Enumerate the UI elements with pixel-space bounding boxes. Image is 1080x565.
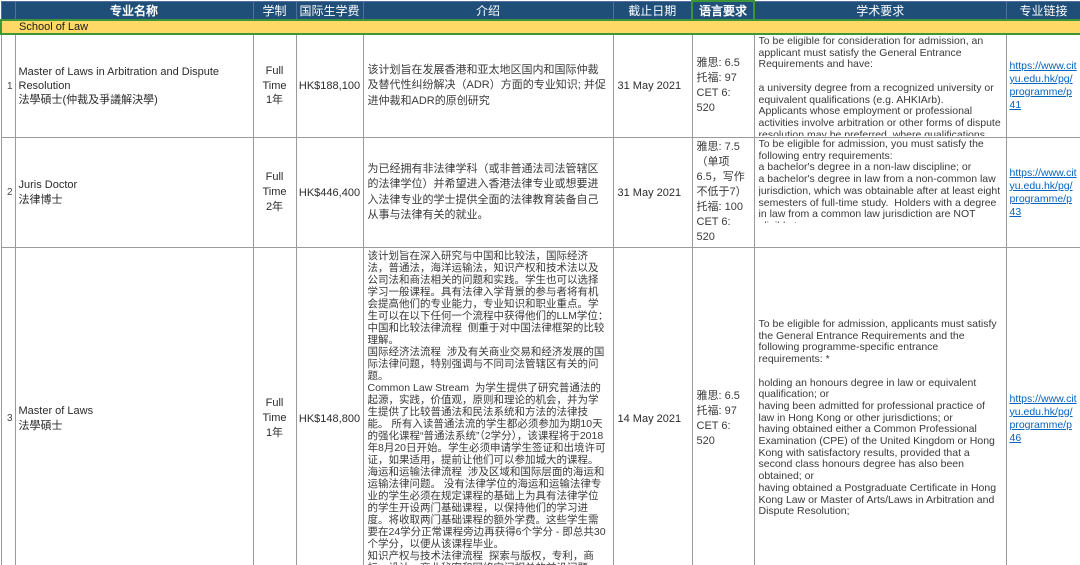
study-mode: Full Time bbox=[254, 396, 296, 426]
academic-req-text: To be eligible for consideration for adm… bbox=[759, 36, 1002, 136]
header-program-link[interactable]: 专业链接 bbox=[1006, 1, 1080, 20]
cell-deadline[interactable]: 31 May 2021 bbox=[613, 34, 692, 138]
language-req-text: 雅思: 7.5（单项6.5，写作不低于7） 托福: 100 CET 6: 520 bbox=[697, 140, 750, 245]
language-req-text: 雅思: 6.5 托福: 97 CET 6: 520 bbox=[697, 56, 750, 116]
cell-language-req[interactable]: 雅思: 6.5 托福: 97 CET 6: 520 bbox=[692, 34, 754, 138]
program-name-zh: 法學碩士(仲裁及爭議解決學) bbox=[19, 93, 250, 107]
programs-table: 专业名称 学制 国际生学费 介绍 截止日期 语言要求 学术要求 专业链接 Sch… bbox=[0, 0, 1080, 565]
header-tuition[interactable]: 国际生学费 bbox=[296, 1, 363, 20]
intro-text: 为已经拥有非法律学科（或非普通法司法管辖区的法律学位）并希望进入香港法律专业或想… bbox=[368, 162, 609, 223]
cell-deadline[interactable]: 14 May 2021 bbox=[613, 248, 692, 565]
study-years: 2年 bbox=[254, 200, 296, 215]
header-program-name[interactable]: 专业名称 bbox=[15, 1, 253, 20]
table-row: 2 Juris Doctor 法律博士 Full Time 2年 HK$446,… bbox=[1, 138, 1080, 248]
cell-deadline[interactable]: 31 May 2021 bbox=[613, 138, 692, 248]
program-link[interactable]: https://www.cityu.edu.hk/pg/programme/p4… bbox=[1010, 60, 1077, 111]
cell-intro[interactable]: 该计划旨在深入研究与中国和比较法，国际经济法，普通法，海洋运输法，知识产权和技术… bbox=[363, 248, 613, 565]
cell-program-name[interactable]: Master of Laws in Arbitration and Disput… bbox=[15, 34, 253, 138]
program-name-en: Master of Laws bbox=[19, 404, 250, 418]
academic-req-text: To be eligible for admission, you must s… bbox=[759, 139, 1002, 223]
cell-tuition[interactable]: HK$446,400 bbox=[296, 138, 363, 248]
program-name-en: Juris Doctor bbox=[19, 178, 250, 192]
cell-academic-req[interactable]: To be eligible for admission, you must s… bbox=[754, 138, 1006, 248]
row-number[interactable]: 3 bbox=[1, 248, 15, 565]
header-rownum[interactable] bbox=[1, 1, 15, 20]
cell-intro[interactable]: 为已经拥有非法律学科（或非普通法司法管辖区的法律学位）并希望进入香港法律专业或想… bbox=[363, 138, 613, 248]
study-mode: Full Time bbox=[254, 64, 296, 94]
header-row: 专业名称 学制 国际生学费 介绍 截止日期 语言要求 学术要求 专业链接 bbox=[1, 1, 1080, 20]
program-name-zh: 法學碩士 bbox=[19, 419, 250, 433]
cell-program-link[interactable]: https://www.cityu.edu.hk/pg/programme/p4… bbox=[1006, 138, 1080, 248]
header-language-req[interactable]: 语言要求 bbox=[692, 1, 754, 20]
program-link[interactable]: https://www.cityu.edu.hk/pg/programme/p4… bbox=[1010, 393, 1077, 444]
cell-program-name[interactable]: Master of Laws 法學碩士 bbox=[15, 248, 253, 565]
study-years: 1年 bbox=[254, 93, 296, 108]
intro-text: 该计划旨在深入研究与中国和比较法，国际经济法，普通法，海洋运输法，知识产权和技术… bbox=[368, 250, 609, 565]
cell-tuition[interactable]: HK$148,800 bbox=[296, 248, 363, 565]
row-number[interactable]: 1 bbox=[1, 34, 15, 138]
intro-text: 该计划旨在发展香港和亚太地区国内和国际仲裁及替代性纠纷解决（ADR）方面的专业知… bbox=[368, 63, 609, 109]
cell-academic-req[interactable]: To be eligible for admission, applicants… bbox=[754, 248, 1006, 565]
cell-program-link[interactable]: https://www.cityu.edu.hk/pg/programme/p4… bbox=[1006, 248, 1080, 565]
cell-intro[interactable]: 该计划旨在发展香港和亚太地区国内和国际仲裁及替代性纠纷解决（ADR）方面的专业知… bbox=[363, 34, 613, 138]
study-years: 1年 bbox=[254, 426, 296, 441]
table-row: 3 Master of Laws 法學碩士 Full Time 1年 HK$14… bbox=[1, 248, 1080, 565]
cell-duration[interactable]: Full Time 1年 bbox=[253, 34, 296, 138]
study-mode: Full Time bbox=[254, 170, 296, 200]
cell-duration[interactable]: Full Time 2年 bbox=[253, 138, 296, 248]
header-intro[interactable]: 介绍 bbox=[363, 1, 613, 20]
cell-academic-req[interactable]: To be eligible for consideration for adm… bbox=[754, 34, 1006, 138]
group-row: School of Law bbox=[1, 20, 1080, 34]
cell-tuition[interactable]: HK$188,100 bbox=[296, 34, 363, 138]
academic-req-text: To be eligible for admission, applicants… bbox=[759, 319, 1002, 518]
header-academic-req[interactable]: 学术要求 bbox=[754, 1, 1006, 20]
cell-program-link[interactable]: https://www.cityu.edu.hk/pg/programme/p4… bbox=[1006, 34, 1080, 138]
language-req-text: 雅思: 6.5 托福: 97 CET 6: 520 bbox=[697, 389, 750, 449]
cell-language-req[interactable]: 雅思: 6.5 托福: 97 CET 6: 520 bbox=[692, 248, 754, 565]
header-deadline[interactable]: 截止日期 bbox=[613, 1, 692, 20]
program-link[interactable]: https://www.cityu.edu.hk/pg/programme/p4… bbox=[1010, 167, 1077, 218]
cell-duration[interactable]: Full Time 1年 bbox=[253, 248, 296, 565]
table-row: 1 Master of Laws in Arbitration and Disp… bbox=[1, 34, 1080, 138]
group-label-school-of-law[interactable]: School of Law bbox=[1, 20, 1080, 34]
program-name-en: Master of Laws in Arbitration and Disput… bbox=[19, 65, 250, 93]
cell-language-req[interactable]: 雅思: 7.5（单项6.5，写作不低于7） 托福: 100 CET 6: 520 bbox=[692, 138, 754, 248]
program-name-zh: 法律博士 bbox=[19, 193, 250, 207]
cell-program-name[interactable]: Juris Doctor 法律博士 bbox=[15, 138, 253, 248]
header-duration[interactable]: 学制 bbox=[253, 1, 296, 20]
row-number[interactable]: 2 bbox=[1, 138, 15, 248]
